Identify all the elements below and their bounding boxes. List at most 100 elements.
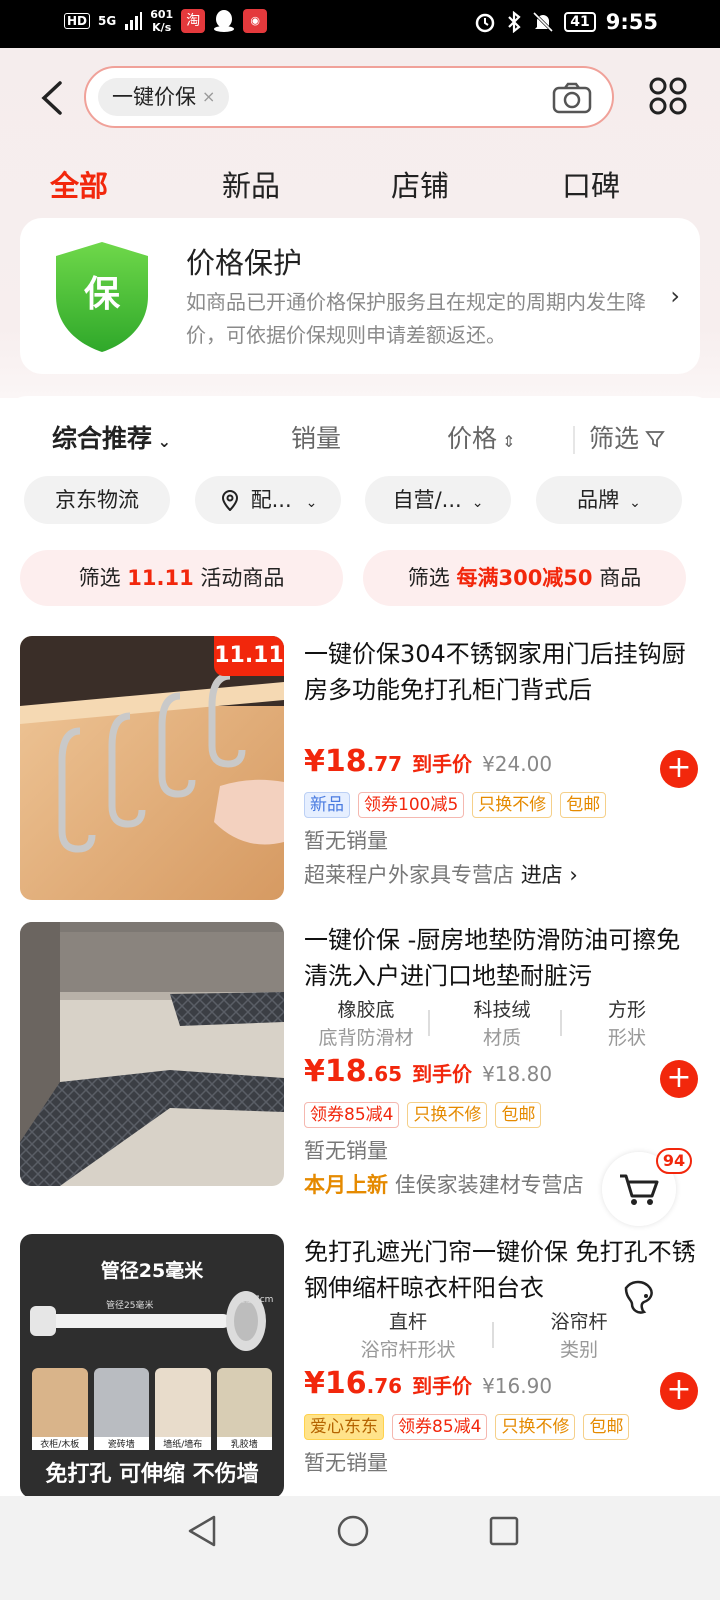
search-keyword: 一键价保 <box>112 85 196 109</box>
image-heading: 管径25毫米 <box>100 1260 204 1282</box>
image-dimension: 直径7cm <box>236 1295 274 1305</box>
price-label: 到手价 <box>412 1374 473 1398</box>
sort-price[interactable]: 价格 ⇕ <box>447 416 516 465</box>
tag-row: 领券85减4 只换不修 包邮 <box>304 1102 700 1130</box>
attribute-row: 橡胶底 底背防滑材 科技绒 材质 方形 形状 <box>304 996 700 1054</box>
double11-badge: 11.11 <box>214 636 284 676</box>
attribute-item: 方形 形状 <box>607 999 646 1049</box>
product-title[interactable]: 一键价保304不锈钢家用门后挂钩厨房多功能免打孔柜门背式后 <box>304 636 700 708</box>
system-nav-bar <box>0 1496 720 1600</box>
tab-new[interactable]: 新品 <box>222 164 280 208</box>
nav-recents-icon[interactable] <box>488 1515 520 1547</box>
camera-icon[interactable] <box>552 82 592 114</box>
price-row: ¥18.65 到手价 ¥18.80 + <box>304 1054 700 1100</box>
new-this-month-label: 本月上新 <box>304 1173 388 1197</box>
svg-text:保: 保 <box>84 274 121 315</box>
chevron-down-icon: ⌄ <box>152 432 171 451</box>
add-to-cart-button[interactable]: + <box>660 750 698 788</box>
sales-count: 暂无销量 <box>304 1451 388 1475</box>
tag-coupon: 领券85减4 <box>392 1414 488 1440</box>
location-pin-icon <box>221 489 238 512</box>
pill-self-operated[interactable]: 自营/... ⌄ <box>365 476 511 524</box>
customer-service-icon <box>624 1280 653 1314</box>
product-title[interactable]: 一键价保 -厨房地垫防滑防油可擦免清洗入户进门口地垫耐脏污 <box>304 922 700 994</box>
add-to-cart-button[interactable]: + <box>660 1060 698 1098</box>
notification-app-icon: ◉ <box>243 9 268 33</box>
attribute-item: 科技绒 材质 <box>473 999 531 1049</box>
nav-back-icon[interactable] <box>186 1514 218 1548</box>
floating-service-button[interactable] <box>604 1262 676 1334</box>
alarm-icon <box>476 13 495 33</box>
sort-bar: 综合推荐 ⌄ 销量 价格 ⇕ 筛选 <box>0 416 720 462</box>
pill-delivery[interactable]: 配... ⌄ <box>195 476 341 524</box>
surface-swatches: 衣柜/木板 瓷砖墙 墙纸/墙布 乳胶墙 <box>32 1368 272 1450</box>
mute-bell-icon <box>533 11 554 33</box>
tag-free-shipping: 包邮 <box>583 1414 630 1440</box>
add-to-cart-button[interactable]: + <box>660 1372 698 1410</box>
swatch-tile: 瓷砖墙 <box>93 1368 149 1450</box>
attribute-item: 直杆 浴帘杆形状 <box>360 1311 456 1361</box>
kitchen-mat-photo <box>20 922 284 1186</box>
pill-jd-logistics[interactable]: 京东物流 <box>24 476 170 524</box>
price-label: 到手价 <box>412 1062 473 1086</box>
attribute-divider <box>560 1010 562 1036</box>
nav-home-icon[interactable] <box>336 1514 370 1548</box>
shield-icon: 保 <box>56 242 148 352</box>
more-grid-icon[interactable] <box>648 76 688 116</box>
chevron-down-icon: ⌄ <box>471 495 484 511</box>
price-value: ¥18.77 <box>304 744 403 779</box>
clock: 9:55 <box>605 10 658 34</box>
enter-shop-link[interactable]: 进店 › <box>521 863 578 887</box>
price-value: ¥18.65 <box>304 1054 403 1089</box>
tag-row: 爱心东东 领券85减4 只换不修 包邮 <box>304 1414 700 1442</box>
bluetooth-icon <box>508 11 521 33</box>
chevron-down-icon: ⌄ <box>305 495 318 511</box>
image-caption: 管径25毫米 <box>106 1301 154 1311</box>
status-left: HD 5G 601 K/s 淘 ◉ <box>64 8 268 34</box>
taobao-app-icon: 淘 <box>181 9 206 33</box>
tag-free-shipping: 包邮 <box>560 792 607 818</box>
sort-arrows-icon: ⇕ <box>497 432 516 451</box>
cart-count-badge: 94 <box>656 1148 692 1174</box>
tag-free-shipping: 包邮 <box>495 1102 542 1128</box>
product-image[interactable]: 11.11 <box>20 636 284 900</box>
tag-exchange: 只换不修 <box>407 1102 488 1128</box>
chevron-right-icon: › <box>670 282 680 310</box>
double11-logo: 11.11 <box>127 566 194 590</box>
category-tabs: 全部 新品 店铺 口碑 <box>0 164 720 208</box>
sort-comprehensive[interactable]: 综合推荐 ⌄ <box>52 416 171 465</box>
product-info: 一键价保304不锈钢家用门后挂钩厨房多功能免打孔柜门背式后 ¥18.77 到手价… <box>304 636 700 892</box>
tab-shop[interactable]: 店铺 <box>391 164 449 208</box>
product-image[interactable]: 管径25毫米 管径25毫米 直径7cm 衣柜/木板 瓷砖墙 墙纸/墙布 乳胶墙 … <box>20 1234 284 1498</box>
attribute-divider <box>428 1010 430 1036</box>
back-arrow-icon[interactable] <box>38 80 68 116</box>
pill-brand[interactable]: 品牌 ⌄ <box>536 476 682 524</box>
status-right: 41 9:55 <box>474 10 658 34</box>
price-row: ¥16.76 到手价 ¥16.90 + <box>304 1366 700 1412</box>
sort-filter[interactable]: 筛选 <box>589 416 665 462</box>
tab-all[interactable]: 全部 <box>50 164 108 208</box>
tag-coupon: 领券100减5 <box>358 792 465 818</box>
price-row: ¥18.77 到手价 ¥24.00 + <box>304 744 700 790</box>
price-protection-card[interactable]: 保 价格保护 如商品已开通价格保护服务且在规定的周期内发生降价，可依据价保规则申… <box>20 218 700 374</box>
net-speed: 601 K/s <box>150 8 174 34</box>
sales-count: 暂无销量 <box>304 829 388 853</box>
shop-row[interactable]: 超莱程户外家具专营店 进店 › <box>304 858 700 892</box>
chip-close-icon[interactable]: × <box>202 78 215 116</box>
sort-divider <box>573 426 575 454</box>
filter-1111-banner[interactable]: 筛选 11.11 活动商品 <box>20 550 343 606</box>
tag-row: 新品 领券100减5 只换不修 包邮 <box>304 792 700 820</box>
search-bar[interactable]: 一键价保 × <box>84 66 614 128</box>
tab-reviews[interactable]: 口碑 <box>562 164 620 208</box>
signal-bars-icon <box>125 12 143 30</box>
swatch-wood: 衣柜/木板 <box>32 1368 88 1450</box>
battery-indicator: 41 <box>564 12 596 32</box>
sort-sales[interactable]: 销量 <box>291 416 341 462</box>
search-keyword-chip[interactable]: 一键价保 × <box>98 78 230 116</box>
status-bar: HD 5G 601 K/s 淘 ◉ 41 9:55 <box>0 0 720 48</box>
signal-5g: 5G <box>98 14 117 28</box>
original-price: ¥24.00 <box>482 752 553 776</box>
filter-promo-banner[interactable]: 筛选 每满300减50 商品 <box>363 550 686 606</box>
product-image[interactable] <box>20 922 284 1186</box>
tag-coupon: 领券85减4 <box>304 1102 400 1128</box>
